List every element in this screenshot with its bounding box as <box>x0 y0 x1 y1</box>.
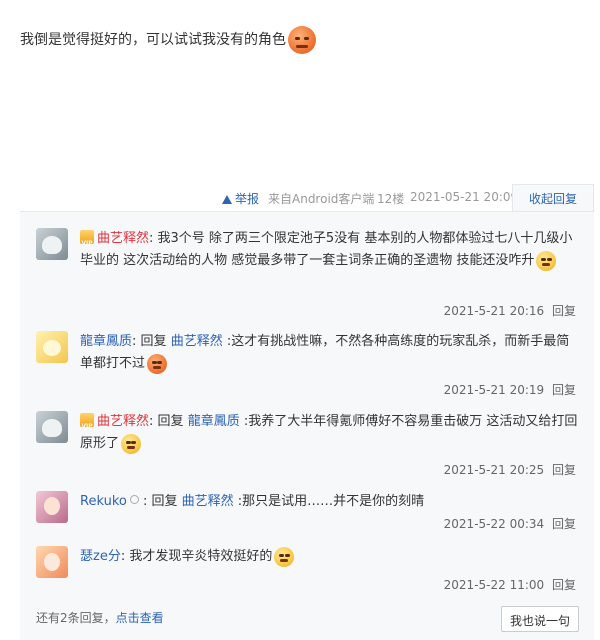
reply-meta: 2021-5-21 20:16 回复 <box>444 302 576 319</box>
reply-time: 2021-5-22 00:34 <box>443 517 545 531</box>
avatar[interactable] <box>36 411 68 443</box>
reply-target-link[interactable]: 曲艺释然 <box>182 494 234 509</box>
reply-target-link[interactable]: 曲艺释然 <box>171 334 223 349</box>
vip-badge-icon <box>80 413 94 438</box>
reply-panel: 曲艺释然: 我3个号 除了两三个限定池子5没有 基本别的人物都体验过七八十几级小… <box>20 211 594 640</box>
reply-button[interactable]: 回复 <box>552 578 576 592</box>
username-link[interactable]: 曲艺释然 <box>97 231 149 246</box>
reply-content: 龍章鳳质: 回复 曲艺释然 :这才有挑战性嘛，不然各种高练度的玩家乱杀，而新手最… <box>80 331 580 375</box>
view-more-link[interactable]: 点击查看 <box>116 611 164 625</box>
more-replies-text: 还有2条回复， <box>36 611 116 625</box>
post-source: 来自Android客户端 <box>268 192 375 206</box>
reply-meta: 2021-5-21 20:19 回复 <box>444 381 576 398</box>
reply-meta: 2021-5-22 11:00 回复 <box>444 576 576 593</box>
reply-text: 我3个号 除了两三个限定池子5没有 基本别的人物都体验过七八十几级小毕业的 这次… <box>80 231 573 268</box>
angry-face-emoji-icon <box>147 353 168 374</box>
vip-badge-icon <box>80 230 94 255</box>
reply-time: 2021-5-21 20:19 <box>443 383 545 397</box>
post-time: 2021-05-21 20:09 <box>410 190 519 204</box>
add-reply-button[interactable]: 我也说一句 <box>501 606 579 632</box>
reply-button[interactable]: 回复 <box>552 304 576 318</box>
username-link[interactable]: 曲艺释然 <box>97 414 149 429</box>
list-item: 瑟ze分: 我才发现辛炎特效挺好的 2021-5-22 11:00 回复 <box>36 546 576 596</box>
angry-face-emoji-icon <box>288 26 316 54</box>
reply-text: :我养了大半年得氪师傅好不容易重击破万 这活动又给打回原形了 <box>80 414 578 451</box>
list-item: 曲艺释然: 回复 龍章鳳质 :我养了大半年得氪师傅好不容易重击破万 这活动又给打… <box>36 411 577 481</box>
gear-icon <box>129 495 139 504</box>
avatar[interactable] <box>36 228 68 260</box>
grin-face-emoji-icon <box>536 250 557 271</box>
reply-target-link[interactable]: 龍章鳳质 <box>188 414 240 429</box>
list-item: 龍章鳳质: 回复 曲艺释然 :这才有挑战性嘛，不然各种高练度的玩家乱杀，而新手最… <box>36 331 576 401</box>
reply-button[interactable]: 回复 <box>552 517 576 531</box>
reply-meta: 2021-5-21 20:25 回复 <box>444 461 576 478</box>
reply-content: 瑟ze分: 我才发现辛炎特效挺好的 <box>80 546 580 568</box>
avatar[interactable] <box>36 546 68 578</box>
avatar[interactable] <box>36 491 68 523</box>
username-link[interactable]: 龍章鳳质 <box>80 334 132 349</box>
reply-time: 2021-5-21 20:25 <box>443 463 545 477</box>
post-text: 我倒是觉得挺好的，可以试试我没有的角色 <box>20 32 286 48</box>
avatar[interactable] <box>36 331 68 363</box>
reply-button[interactable]: 回复 <box>552 383 576 397</box>
post-content: 我倒是觉得挺好的，可以试试我没有的角色 <box>20 24 316 56</box>
reply-content: Rekuko : 回复 曲艺释然 :那只是试用……并不是你的刻晴 <box>80 494 425 509</box>
username-link[interactable]: Rekuko <box>80 494 127 509</box>
crying-face-emoji-icon <box>121 433 142 454</box>
reply-button[interactable]: 回复 <box>552 463 576 477</box>
smile-face-emoji-icon <box>274 546 295 567</box>
post-meta: 举报 来自Android客户端 12楼 2021-05-21 20:09 <box>0 184 600 212</box>
reply-time: 2021-5-21 20:16 <box>443 304 545 318</box>
collapse-replies-button[interactable]: 收起回复 <box>512 184 594 212</box>
username-link[interactable]: 瑟ze分 <box>80 549 121 564</box>
reply-text: : 我才发现辛炎特效挺好的 <box>120 549 273 564</box>
floor-number: 12楼 <box>377 192 405 206</box>
list-item: Rekuko : 回复 曲艺释然 :那只是试用……并不是你的刻晴 2021-5-… <box>36 491 576 541</box>
more-replies: 还有2条回复，点击查看 <box>36 609 164 626</box>
list-item: 曲艺释然: 我3个号 除了两三个限定池子5没有 基本别的人物都体验过七八十几级小… <box>36 228 576 318</box>
reply-text: :那只是试用……并不是你的刻晴 <box>237 494 425 509</box>
reply-content: 曲艺释然: 回复 龍章鳳质 :我养了大半年得氪师傅好不容易重击破万 这活动又给打… <box>80 411 580 455</box>
reply-time: 2021-5-22 11:00 <box>443 578 545 592</box>
reply-content: 曲艺释然: 我3个号 除了两三个限定池子5没有 基本别的人物都体验过七八十几级小… <box>80 228 580 272</box>
report-link[interactable]: 举报 <box>222 190 259 207</box>
warning-icon <box>222 195 232 204</box>
reply-meta: 2021-5-22 00:34 回复 <box>444 515 576 532</box>
